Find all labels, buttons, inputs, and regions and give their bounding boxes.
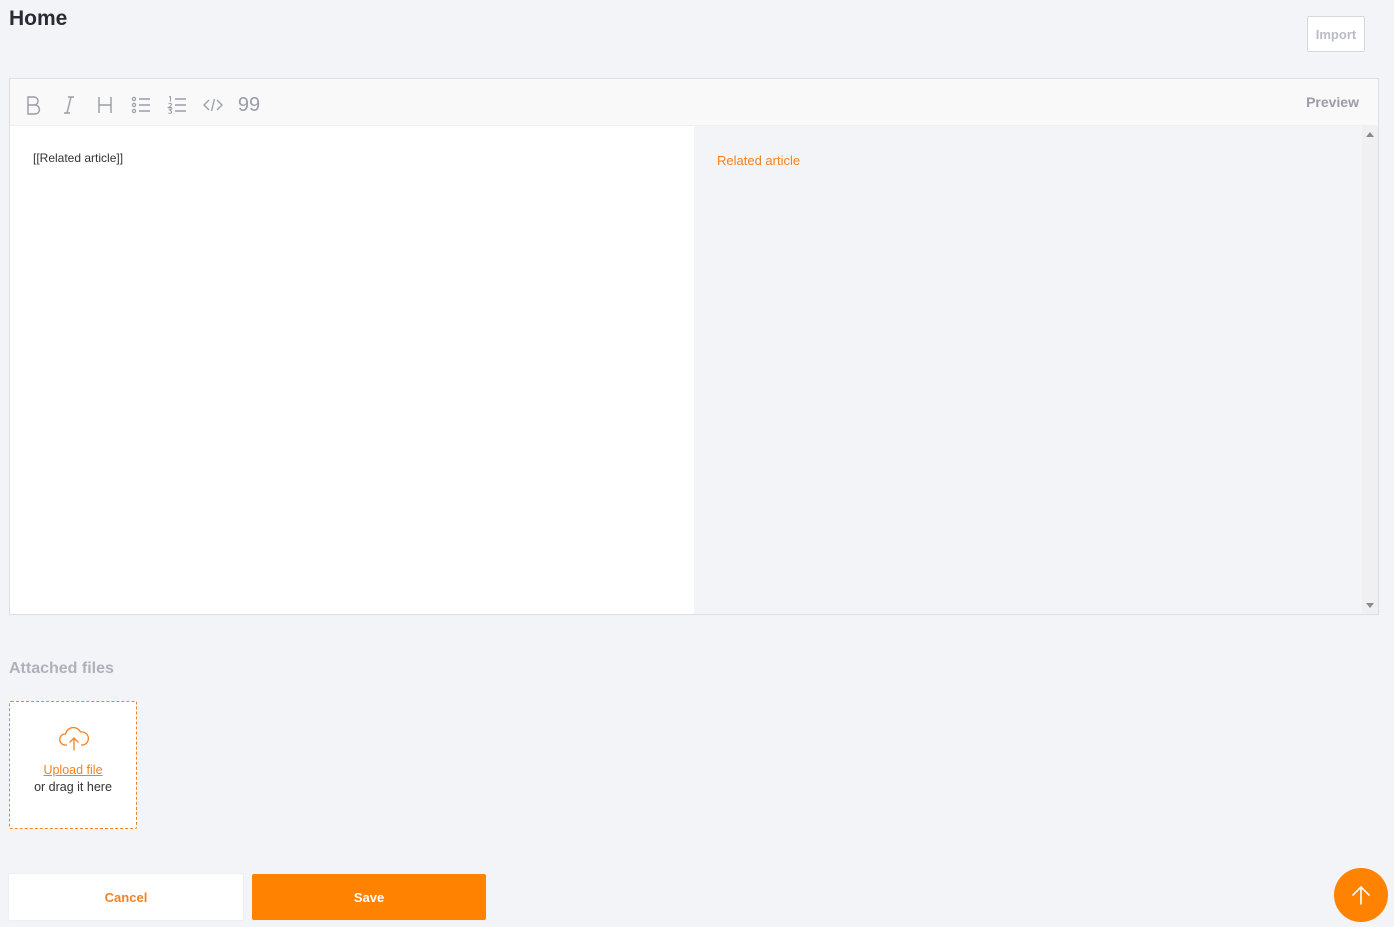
scroll-up-arrow-icon[interactable] (1366, 132, 1374, 137)
import-button[interactable]: Import (1307, 16, 1365, 52)
file-dropzone[interactable]: Upload file or drag it here (9, 701, 137, 829)
source-content: [[Related article]] (33, 151, 124, 165)
cancel-button[interactable]: Cancel (9, 874, 243, 920)
italic-icon[interactable] (55, 91, 83, 119)
editor-toolbar: 99 Preview (10, 79, 1378, 126)
page-title: Home (9, 7, 68, 30)
bold-icon[interactable] (19, 91, 47, 119)
markdown-editor: 99 Preview [[Related article]] Related a… (9, 78, 1379, 615)
bullet-list-icon[interactable] (127, 91, 155, 119)
related-article-link[interactable]: Related article (717, 153, 800, 168)
attached-files-title: Attached files (9, 660, 114, 677)
code-icon[interactable] (199, 91, 227, 119)
quote-icon[interactable]: 99 (235, 91, 263, 119)
preview-pane: Related article (694, 126, 1362, 614)
numbered-list-icon[interactable] (163, 91, 191, 119)
save-button[interactable]: Save (252, 874, 486, 920)
scroll-down-arrow-icon[interactable] (1366, 603, 1374, 608)
markdown-source-textarea[interactable]: [[Related article]] (10, 126, 694, 614)
preview-scrollbar[interactable] (1362, 126, 1378, 614)
heading-icon[interactable] (91, 91, 119, 119)
quote-glyph: 99 (237, 94, 261, 116)
page: Home Import 99 Preview [[Related article… (0, 0, 1394, 927)
preview-toggle[interactable]: Preview (1306, 94, 1359, 110)
arrow-up-icon (1352, 886, 1370, 905)
upload-file-link[interactable]: Upload file (10, 763, 136, 777)
cloud-upload-icon (58, 726, 90, 757)
scroll-to-top-button[interactable] (1334, 868, 1388, 922)
drag-hint: or drag it here (34, 780, 112, 794)
